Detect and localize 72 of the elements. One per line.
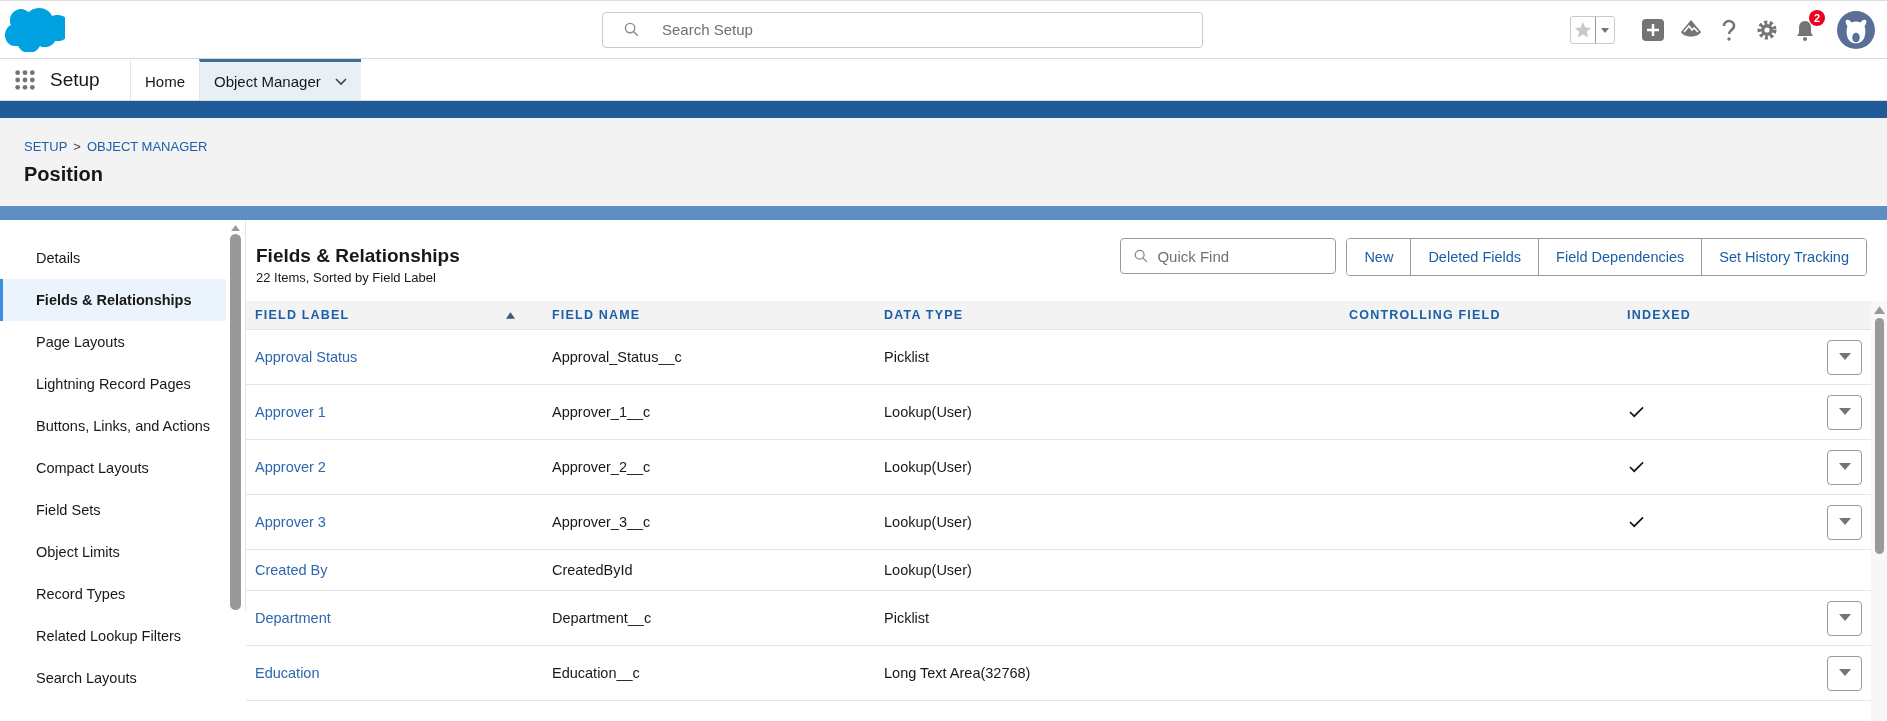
app-launcher-icon[interactable] — [14, 68, 36, 91]
field-label-link[interactable]: Created By — [255, 562, 328, 578]
row-actions-button[interactable] — [1827, 339, 1862, 375]
caret-down-icon — [1838, 669, 1851, 677]
app-name: Setup — [50, 68, 101, 91]
field-label-link[interactable]: Approver 1 — [255, 404, 326, 420]
sidebar-item[interactable]: Related Lookup Filters — [0, 615, 226, 657]
favorites-button[interactable] — [1570, 15, 1615, 44]
search-icon — [1134, 249, 1149, 263]
table-cell: Lookup(User) — [884, 514, 972, 530]
column-header[interactable]: FIELD NAME — [552, 308, 641, 322]
column-header[interactable]: DATA TYPE — [884, 308, 964, 322]
table-cell: Picklist — [884, 349, 930, 365]
breadcrumb-link[interactable]: SETUP — [24, 138, 68, 154]
table-cell: Approval_Status__c — [552, 349, 682, 365]
column-header[interactable]: CONTROLLING FIELD — [1349, 308, 1501, 322]
notification-badge: 2 — [1809, 9, 1825, 26]
breadcrumb-separator: > — [73, 138, 81, 154]
table-cell: Picklist — [884, 610, 930, 626]
search-icon — [624, 21, 639, 37]
sidebar-item[interactable]: Search Layouts — [0, 657, 226, 699]
row-actions-button[interactable] — [1827, 504, 1862, 540]
sidebar-item[interactable]: Details — [0, 237, 226, 279]
avatar-icon[interactable] — [1837, 10, 1875, 49]
toolbar-button[interactable]: Set History Tracking — [1701, 239, 1866, 275]
scroll-up-icon[interactable] — [1873, 305, 1885, 314]
sidebar-item[interactable]: Record Types — [0, 573, 226, 615]
column-header[interactable]: FIELD LABEL — [255, 308, 350, 322]
sidebar-item[interactable]: Object Limits — [0, 531, 226, 573]
field-label-link[interactable]: Approver 3 — [255, 514, 326, 530]
scrollbar[interactable] — [230, 224, 241, 610]
caret-down-icon — [1838, 353, 1851, 361]
sidebar-item[interactable]: Fields & Relationships — [0, 279, 226, 321]
table-cell: Approver_3__c — [552, 514, 651, 530]
caret-down-icon — [1838, 408, 1851, 416]
table-cell: Lookup(User) — [884, 459, 972, 475]
scroll-up-icon[interactable] — [230, 224, 241, 232]
item-count: 22 Items, Sorted by Field Label — [256, 270, 437, 285]
field-label-link[interactable]: Approval Status — [255, 349, 358, 365]
column-header[interactable]: INDEXED — [1627, 308, 1691, 322]
sort-ascending-icon[interactable] — [506, 311, 515, 319]
section-title: Fields & Relationships — [256, 245, 460, 267]
search-field[interactable]: Search Setup — [602, 11, 1203, 48]
table-cell: Approver_2__c — [552, 459, 651, 475]
table-cell: Department__c — [552, 610, 652, 626]
sidebar-item[interactable]: Lightning Record Pages — [0, 363, 226, 405]
sidebar-item[interactable]: Page Layouts — [0, 321, 226, 363]
table-cell: Long Text Area(32768) — [884, 665, 1031, 681]
caret-down-icon — [1838, 463, 1851, 471]
sidebar-item[interactable]: Compact Layouts — [0, 447, 226, 489]
table-cell: CreatedById — [552, 562, 633, 578]
breadcrumb-link[interactable]: OBJECT MANAGER — [86, 138, 208, 154]
add-icon[interactable] — [1641, 17, 1665, 42]
scrollbar[interactable] — [1871, 301, 1887, 721]
field-label-link[interactable]: Department — [255, 610, 331, 626]
page-title: Position — [24, 162, 104, 186]
field-label-link[interactable]: Education — [255, 665, 320, 681]
table-cell: Lookup(User) — [884, 562, 972, 578]
nav-tab[interactable]: Object Manager — [199, 59, 361, 100]
caret-down-icon — [1838, 614, 1851, 622]
row-actions-button[interactable] — [1827, 449, 1862, 485]
table-cell: Approver_1__c — [552, 404, 651, 420]
sidebar-item[interactable]: Buttons, Links, and Actions — [0, 405, 226, 447]
row-actions-button[interactable] — [1827, 394, 1862, 430]
row-actions-button[interactable] — [1827, 655, 1862, 691]
row-actions-button[interactable] — [1827, 600, 1862, 636]
sidebar-item[interactable]: Field Sets — [0, 489, 226, 531]
quick-find-field[interactable]: Quick Find — [1120, 238, 1337, 274]
table-cell: Education__c — [552, 665, 640, 681]
table-cell: Lookup(User) — [884, 404, 972, 420]
field-label-link[interactable]: Approver 2 — [255, 459, 326, 475]
caret-down-icon — [1838, 518, 1851, 526]
